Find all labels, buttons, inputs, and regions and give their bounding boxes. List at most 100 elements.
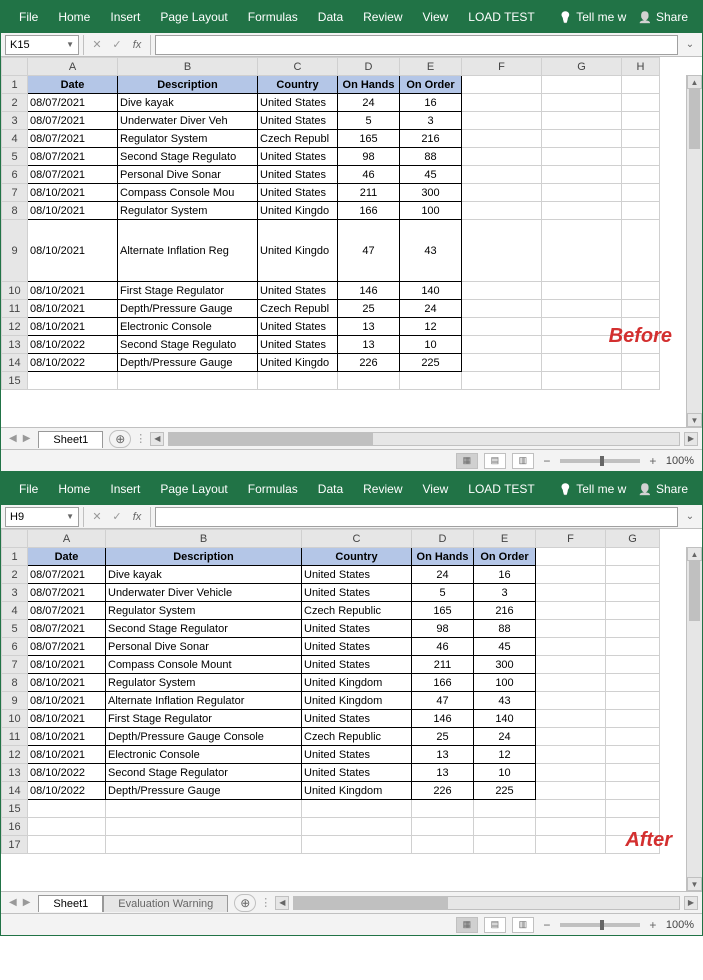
cell[interactable]: 146 — [412, 710, 474, 728]
cell[interactable] — [606, 782, 660, 800]
col-header-A[interactable]: A — [28, 58, 118, 76]
cell[interactable]: 100 — [400, 202, 462, 220]
row-header-9[interactable]: 9 — [2, 692, 28, 710]
cell[interactable]: 5 — [338, 112, 400, 130]
horizontal-scrollbar[interactable]: ⋮ ◀ ▶ — [256, 896, 702, 910]
page-break-view-button[interactable]: ▥ — [512, 453, 534, 469]
cell[interactable] — [462, 220, 542, 282]
row-header-3[interactable]: 3 — [2, 112, 28, 130]
col-header-E[interactable]: E — [400, 58, 462, 76]
cell[interactable]: Second Stage Regulato — [118, 148, 258, 166]
cell[interactable] — [622, 166, 660, 184]
cell[interactable]: Czech Republ — [258, 130, 338, 148]
cell[interactable] — [606, 602, 660, 620]
cell[interactable] — [28, 836, 106, 854]
cell[interactable] — [462, 112, 542, 130]
cell[interactable]: 08/07/2021 — [28, 148, 118, 166]
cell[interactable]: Electronic Console — [106, 746, 302, 764]
cell[interactable]: United States — [302, 710, 412, 728]
scroll-down-icon[interactable]: ▼ — [687, 877, 702, 891]
cell[interactable]: 211 — [338, 184, 400, 202]
col-header-G[interactable]: G — [606, 530, 660, 548]
normal-view-button[interactable]: ▦ — [456, 453, 478, 469]
cell[interactable]: 225 — [474, 782, 536, 800]
cell[interactable]: United Kingdo — [258, 354, 338, 372]
cell[interactable] — [118, 372, 258, 390]
cell[interactable]: 24 — [400, 300, 462, 318]
cell[interactable]: 88 — [474, 620, 536, 638]
cell[interactable]: Underwater Diver Vehicle — [106, 584, 302, 602]
cell[interactable] — [622, 112, 660, 130]
cell[interactable] — [462, 354, 542, 372]
row-header-15[interactable]: 15 — [2, 800, 28, 818]
ribbon-tab-review[interactable]: Review — [353, 476, 412, 502]
cell[interactable]: Czech Republ — [258, 300, 338, 318]
cell[interactable] — [606, 728, 660, 746]
ribbon-tab-review[interactable]: Review — [353, 4, 412, 30]
cell[interactable] — [400, 372, 462, 390]
cell[interactable]: Regulator System — [118, 130, 258, 148]
header-cell[interactable]: Country — [302, 548, 412, 566]
col-header-F[interactable]: F — [462, 58, 542, 76]
cell[interactable] — [536, 674, 606, 692]
scroll-up-icon[interactable]: ▲ — [687, 547, 702, 561]
col-header-G[interactable]: G — [542, 58, 622, 76]
enter-icon[interactable]: ✓ — [108, 36, 126, 54]
name-box[interactable]: K15 ▼ — [5, 35, 79, 55]
row-header-1[interactable]: 1 — [2, 76, 28, 94]
dropdown-icon[interactable]: ▼ — [66, 40, 74, 49]
share-button[interactable]: Share — [632, 476, 694, 502]
cell[interactable] — [542, 94, 622, 112]
row-header-1[interactable]: 1 — [2, 548, 28, 566]
cell[interactable] — [462, 300, 542, 318]
cell[interactable] — [536, 728, 606, 746]
row-header-17[interactable]: 17 — [2, 836, 28, 854]
cell[interactable] — [106, 818, 302, 836]
tell-me-button[interactable]: Tell me w — [553, 476, 633, 502]
cell[interactable] — [412, 818, 474, 836]
vscroll-thumb[interactable] — [689, 89, 700, 149]
row-header-7[interactable]: 7 — [2, 656, 28, 674]
cell[interactable] — [462, 336, 542, 354]
row-header-16[interactable]: 16 — [2, 818, 28, 836]
ribbon-tab-data[interactable]: Data — [308, 4, 353, 30]
zoom-in-button[interactable]: + — [646, 454, 660, 468]
cell[interactable]: Second Stage Regulator — [106, 764, 302, 782]
cell[interactable]: 08/07/2021 — [28, 602, 106, 620]
cell[interactable] — [542, 130, 622, 148]
cell[interactable] — [106, 800, 302, 818]
cell[interactable]: Second Stage Regulator — [106, 620, 302, 638]
cell[interactable]: Compass Console Mount — [106, 656, 302, 674]
header-cell[interactable]: On Order — [400, 76, 462, 94]
cell[interactable]: 216 — [474, 602, 536, 620]
cell[interactable]: United States — [302, 638, 412, 656]
row-header-13[interactable]: 13 — [2, 764, 28, 782]
cell[interactable]: 166 — [412, 674, 474, 692]
cell[interactable]: 13 — [412, 764, 474, 782]
col-header-D[interactable]: D — [338, 58, 400, 76]
cell[interactable]: 08/10/2022 — [28, 782, 106, 800]
formula-input[interactable] — [155, 507, 678, 527]
row-header-12[interactable]: 12 — [2, 318, 28, 336]
cell[interactable] — [462, 282, 542, 300]
zoom-slider[interactable] — [560, 923, 640, 927]
cell[interactable] — [536, 782, 606, 800]
ribbon-tab-insert[interactable]: Insert — [100, 4, 150, 30]
zoom-out-button[interactable]: − — [540, 454, 554, 468]
sheet-tab-evaluation-warning[interactable]: Evaluation Warning — [103, 895, 228, 912]
row-header-10[interactable]: 10 — [2, 710, 28, 728]
cell[interactable]: 10 — [474, 764, 536, 782]
cell[interactable]: Dive kayak — [118, 94, 258, 112]
nav-prev-icon[interactable]: ◀ — [9, 433, 17, 444]
cell[interactable]: 216 — [400, 130, 462, 148]
expand-formula-icon[interactable]: ⌄ — [682, 39, 698, 50]
cell[interactable]: United States — [302, 566, 412, 584]
cell[interactable]: Dive kayak — [106, 566, 302, 584]
cell[interactable] — [536, 836, 606, 854]
row-header-14[interactable]: 14 — [2, 354, 28, 372]
cell[interactable]: 24 — [338, 94, 400, 112]
cell[interactable]: 25 — [338, 300, 400, 318]
cell[interactable] — [542, 282, 622, 300]
cell[interactable]: 08/10/2021 — [28, 656, 106, 674]
cell[interactable]: 25 — [412, 728, 474, 746]
